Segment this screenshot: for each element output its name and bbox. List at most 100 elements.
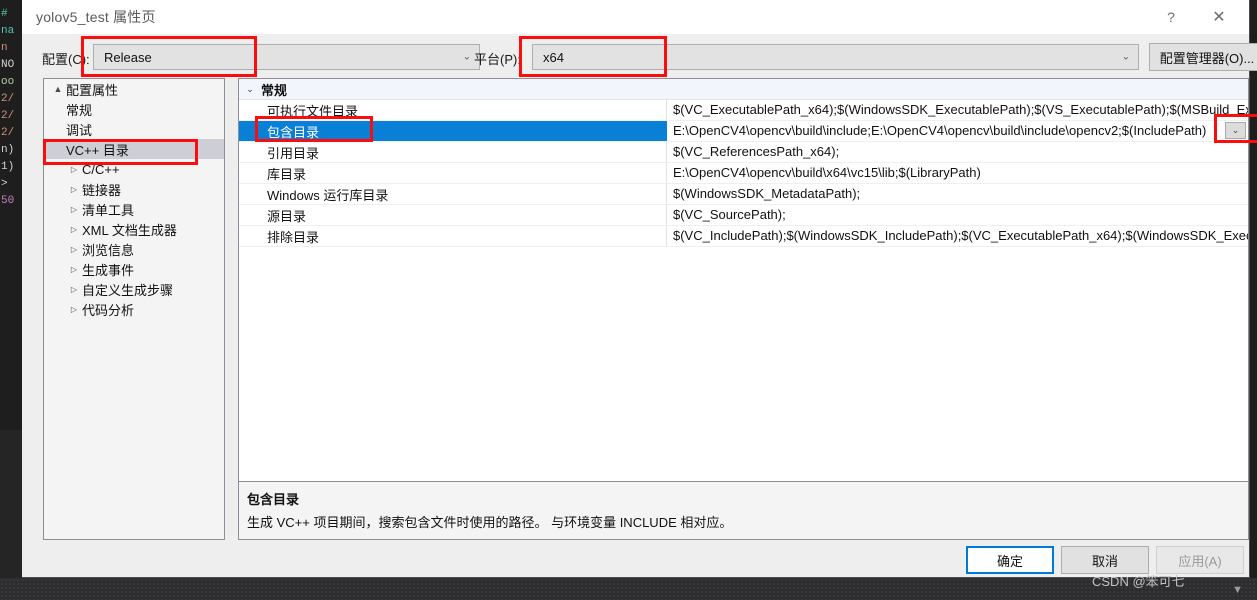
property-tree[interactable]: ▲ 配置属性 常规 调试 VC++ 目录 ▷ C/C++ ▷ 链接器 ▷ 清单工具 ▷ XML 文档生成… [43, 78, 225, 540]
tree-item-0[interactable]: ▲ 配置属性 [44, 79, 224, 99]
grid-category-label: 常规 [261, 82, 288, 98]
tree-item-4[interactable]: ▷ C/C++ [44, 159, 224, 179]
code-line: # [1, 8, 8, 20]
code-line: n [1, 42, 8, 54]
tree-item-1[interactable]: 常规 [44, 99, 224, 119]
grid-row[interactable]: Windows 运行库目录 $(WindowsSDK_MetadataPath); [239, 184, 1248, 205]
tree-item-3[interactable]: VC++ 目录 [44, 139, 224, 159]
configuration-manager-button[interactable]: 配置管理器(O)... [1149, 43, 1257, 71]
property-value[interactable]: $(VC_ExecutablePath_x64);$(WindowsSDK_Ex… [666, 100, 1248, 120]
tree-item-7[interactable]: ▷ XML 文档生成器 [44, 219, 224, 239]
ok-button[interactable]: 确定 [966, 546, 1054, 574]
code-line: 2/ [1, 110, 15, 122]
tree-item-6[interactable]: ▷ 清单工具 [44, 199, 224, 219]
description-text: 生成 VC++ 项目期间，搜索包含文件时使用的路径。 与环境变量 INCLUDE… [247, 515, 733, 530]
code-line: oo [1, 76, 15, 88]
tree-item-8[interactable]: ▷ 浏览信息 [44, 239, 224, 259]
code-line: na [1, 25, 15, 37]
tree-item-label: 生成事件 [82, 262, 135, 278]
tree-item-10[interactable]: ▷ 自定义生成步骤 [44, 279, 224, 299]
tree-item-label: C/C++ [82, 161, 120, 177]
tree-item-11[interactable]: ▷ 代码分析 [44, 299, 224, 319]
platform-dropdown[interactable]: x64 ⌄ [532, 44, 1139, 70]
configuration-dropdown[interactable]: Release ⌄ [93, 44, 480, 70]
code-line: 2/ [1, 127, 15, 139]
configuration-label: 配置(C): [42, 52, 90, 67]
property-pages-dialog: yolov5_test 属性页 ? ✕ 配置(C): Release ⌄ 平台(… [22, 0, 1257, 589]
tree-item-label: 自定义生成步骤 [82, 282, 174, 298]
value-editor-chevron-down-icon[interactable]: ⌄ [1225, 122, 1246, 139]
grid-row[interactable]: 源目录 $(VC_SourcePath); [239, 205, 1248, 226]
property-name: 可执行文件目录 [267, 103, 359, 119]
ide-panel-strip [0, 430, 22, 578]
property-name: 包含目录 [267, 124, 320, 140]
chevron-right-icon[interactable]: ▷ [66, 245, 82, 254]
code-line: NO [1, 59, 15, 71]
property-name: Windows 运行库目录 [267, 187, 389, 203]
description-title: 包含目录 [247, 492, 300, 507]
property-name: 源目录 [267, 208, 307, 224]
tree-item-label: XML 文档生成器 [82, 222, 177, 238]
property-name: 排除目录 [267, 229, 320, 245]
property-value[interactable]: E:\OpenCV4\opencv\build\include;E:\OpenC… [666, 121, 1248, 141]
code-line: n) [1, 144, 15, 156]
description-pane: 包含目录 生成 VC++ 项目期间，搜索包含文件时使用的路径。 与环境变量 IN… [238, 482, 1249, 540]
grid-row[interactable]: 包含目录 E:\OpenCV4\opencv\build\include;E:\O… [239, 121, 1248, 142]
chevron-right-icon[interactable]: ▷ [66, 305, 82, 314]
property-value[interactable]: $(WindowsSDK_MetadataPath); [666, 184, 1248, 204]
tree-item-label: 常规 [66, 102, 93, 118]
property-value[interactable]: $(VC_IncludePath);$(WindowsSDK_IncludePa… [666, 226, 1248, 246]
property-value[interactable]: $(VC_SourcePath); [666, 205, 1248, 225]
code-line: 2/ [1, 93, 15, 105]
grid-category-header[interactable]: ⌄ 常规 [239, 79, 1248, 100]
watermark: CSDN @笨可七 [1092, 574, 1185, 589]
tree-item-9[interactable]: ▷ 生成事件 [44, 259, 224, 279]
tree-item-label: 清单工具 [82, 202, 135, 218]
property-value[interactable]: $(VC_ReferencesPath_x64); [666, 142, 1248, 162]
platform-value: x64 [543, 49, 564, 65]
dialog-titlebar: yolov5_test 属性页 ? ✕ [22, 0, 1249, 34]
grid-row[interactable]: 库目录 E:\OpenCV4\opencv\build\x64\vc15\lib;… [239, 163, 1248, 184]
dialog-footer: 确定 取消 应用(A) [22, 546, 1250, 578]
tree-item-label: 调试 [66, 122, 93, 138]
cancel-button[interactable]: 取消 [1061, 546, 1149, 574]
code-line: 1) [1, 161, 15, 173]
grid-row[interactable]: 引用目录 $(VC_ReferencesPath_x64); [239, 142, 1248, 163]
property-name: 库目录 [267, 166, 307, 182]
configuration-value: Release [104, 49, 152, 65]
chevron-right-icon[interactable]: ▷ [66, 205, 82, 214]
chevron-down-icon: ▼ [1232, 584, 1243, 596]
dialog-title: yolov5_test 属性页 [36, 9, 156, 25]
dialog-body: ▲ 配置属性 常规 调试 VC++ 目录 ▷ C/C++ ▷ 链接器 ▷ 清单工具 ▷ XML 文档生成… [22, 78, 1250, 540]
code-editor-strip: # na n NO oo 2/2/2/n) 1) >50 [0, 0, 22, 430]
tree-item-5[interactable]: ▷ 链接器 [44, 179, 224, 199]
close-icon[interactable]: ✕ [1197, 0, 1241, 34]
chevron-down-icon: ⌄ [462, 51, 471, 63]
property-value[interactable]: E:\OpenCV4\opencv\build\x64\vc15\lib;$(L… [666, 163, 1248, 183]
tree-item-label: 代码分析 [82, 302, 135, 318]
property-name: 引用目录 [267, 145, 320, 161]
chevron-down-icon[interactable]: ⌄ [239, 84, 261, 95]
help-icon[interactable]: ? [1149, 0, 1193, 34]
apply-button: 应用(A) [1156, 546, 1244, 574]
code-line: > [1, 178, 8, 190]
grid-row[interactable]: 可执行文件目录 $(VC_ExecutablePath_x64);$(Window… [239, 100, 1248, 121]
tree-item-2[interactable]: 调试 [44, 119, 224, 139]
chevron-right-icon[interactable]: ▷ [66, 265, 82, 274]
ide-bottom-bar: ▼ [0, 578, 1257, 600]
tree-item-label: 配置属性 [66, 82, 119, 98]
chevron-right-icon[interactable]: ▷ [66, 285, 82, 294]
tree-item-label: VC++ 目录 [66, 142, 129, 158]
chevron-right-icon[interactable]: ▷ [66, 185, 82, 194]
code-line: 50 [1, 195, 15, 207]
chevron-expanded-icon[interactable]: ▲ [50, 84, 66, 94]
platform-label: 平台(P): [474, 52, 521, 67]
tree-item-label: 链接器 [82, 182, 122, 198]
grid-row[interactable]: 排除目录 $(VC_IncludePath);$(WindowsSDK_Inclu… [239, 226, 1248, 247]
chevron-right-icon[interactable]: ▷ [66, 165, 82, 174]
configuration-bar: 配置(C): Release ⌄ 平台(P): x64 ⌄ 配置管理器(O)..… [22, 34, 1257, 78]
chevron-down-icon: ⌄ [1121, 51, 1130, 63]
property-grid[interactable]: ⌄ 常规 可执行文件目录 $(VC_ExecutablePath_x64);$(W… [238, 78, 1249, 482]
grid-row-list: 可执行文件目录 $(VC_ExecutablePath_x64);$(Window… [239, 100, 1248, 247]
chevron-right-icon[interactable]: ▷ [66, 225, 82, 234]
